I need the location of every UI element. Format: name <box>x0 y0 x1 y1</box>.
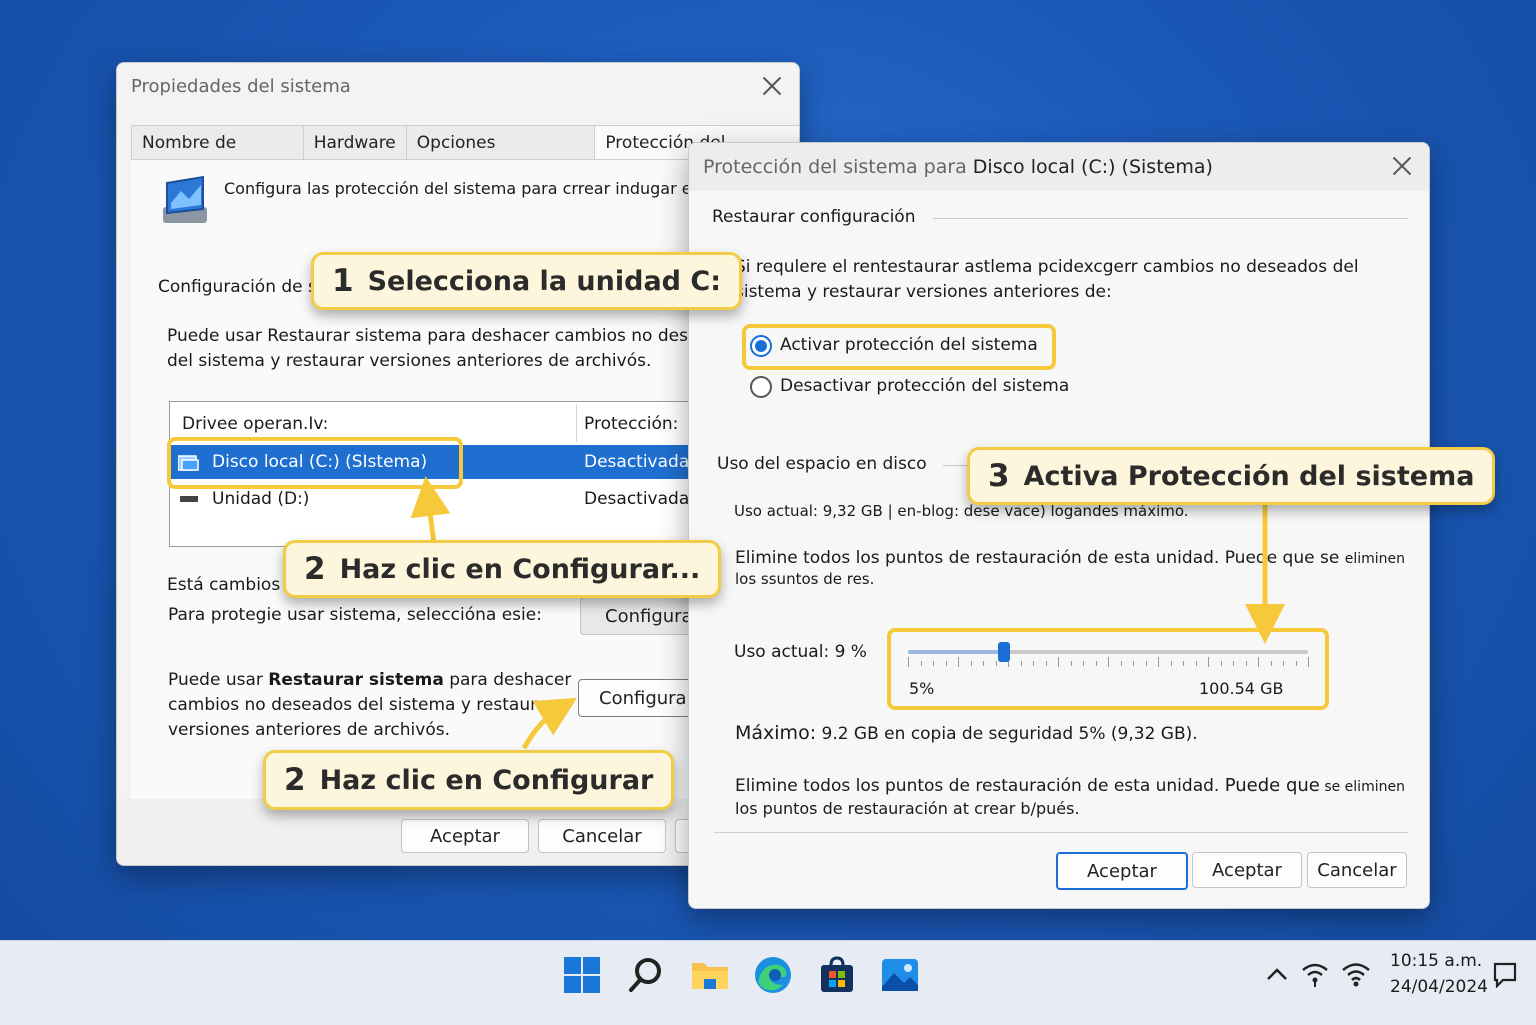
callout-text: Haz clic en Configurar... <box>339 553 701 585</box>
photos-icon[interactable] <box>880 955 920 995</box>
notification-icon[interactable] <box>1493 962 1517 988</box>
callout-step-2b: 2 Haz clic en Configurar <box>263 750 675 810</box>
chevron-up-icon[interactable] <box>1265 962 1289 986</box>
callout-text: Activa Protección del sistema <box>1023 460 1475 492</box>
clock-time[interactable]: 10:15 a.m. <box>1390 951 1482 971</box>
store-icon[interactable] <box>817 955 857 995</box>
arrow-2a <box>410 476 451 545</box>
search-icon[interactable] <box>626 955 666 995</box>
callout-arrows <box>410 262 1285 750</box>
callout-text: Selecciona la unidad C: <box>367 265 722 297</box>
callout-step-2a: 2 Haz clic en Configurar... <box>283 540 722 598</box>
callout-number: 2 <box>284 762 306 798</box>
windows-start-icon[interactable] <box>562 955 602 995</box>
callout-number: 2 <box>304 551 326 587</box>
callout-number: 1 <box>332 263 354 299</box>
network-icon[interactable] <box>1301 960 1329 988</box>
callout-number: 3 <box>988 458 1010 494</box>
arrow-2b <box>521 697 578 750</box>
clock-date[interactable]: 24/04/2024 <box>1390 977 1488 997</box>
wifi-icon[interactable] <box>1341 960 1371 988</box>
callout-step-3: 3 Activa Protección del sistema <box>967 447 1496 505</box>
callout-text: Haz clic en Configurar <box>319 764 654 796</box>
edge-icon[interactable] <box>753 955 793 995</box>
file-explorer-icon[interactable] <box>690 955 730 995</box>
callout-step-1: 1 Selecciona la unidad C: <box>311 252 743 310</box>
